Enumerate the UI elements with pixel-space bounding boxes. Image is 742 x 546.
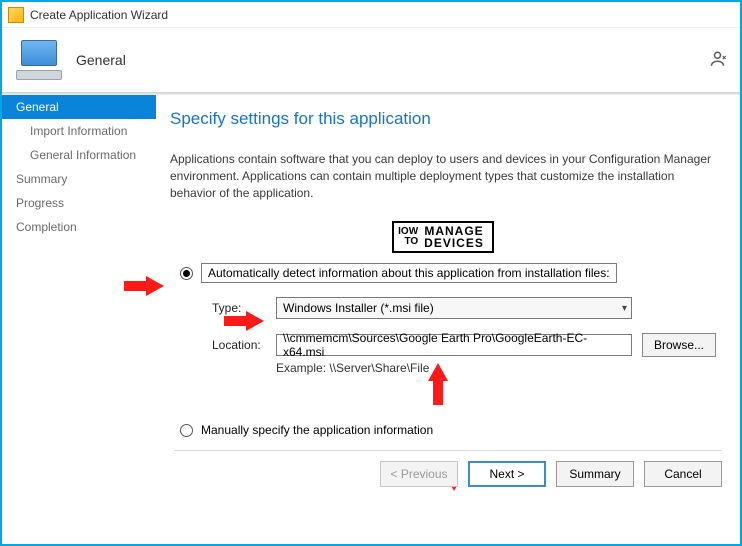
- watermark-right-bottom: DEVICES: [424, 237, 484, 249]
- type-row: Type: Windows Installer (*.msi file) ▾: [212, 297, 716, 319]
- window-title: Create Application Wizard: [30, 8, 168, 22]
- previous-button: < Previous: [380, 461, 458, 487]
- cancel-button[interactable]: Cancel: [644, 461, 722, 487]
- location-input[interactable]: \\cmmemcm\Sources\Google Earth Pro\Googl…: [276, 334, 632, 356]
- computer-icon: [16, 40, 62, 80]
- wizard-body: General Import Information General Infor…: [2, 95, 740, 495]
- header: General: [2, 28, 740, 92]
- location-label: Location:: [212, 338, 276, 352]
- next-button[interactable]: Next >: [468, 461, 546, 487]
- sidebar-item-summary[interactable]: Summary: [2, 167, 156, 191]
- chevron-down-icon: ▾: [622, 303, 627, 314]
- sidebar-item-general-information[interactable]: General Information: [2, 143, 156, 167]
- manual-radio[interactable]: [180, 424, 193, 437]
- browse-button[interactable]: Browse...: [642, 333, 716, 357]
- main-panel: Specify settings for this application Ap…: [156, 95, 740, 495]
- watermark-logo: IOW TO MANAGE DEVICES: [170, 221, 716, 253]
- page-description: Applications contain software that you c…: [170, 151, 716, 201]
- type-value: Windows Installer (*.msi file): [283, 301, 434, 315]
- page-title: Specify settings for this application: [170, 109, 716, 129]
- auto-detect-label: Automatically detect information about t…: [201, 263, 617, 283]
- manual-option[interactable]: Manually specify the application informa…: [180, 423, 716, 437]
- location-value: \\cmmemcm\Sources\Google Earth Pro\Googl…: [283, 331, 625, 359]
- sidebar-item-general[interactable]: General: [2, 95, 156, 119]
- wizard-icon: [8, 7, 24, 23]
- header-title: General: [76, 52, 126, 68]
- summary-button[interactable]: Summary: [556, 461, 634, 487]
- auto-detect-option[interactable]: Automatically detect information about t…: [180, 263, 716, 283]
- watermark-left-bottom: TO: [398, 237, 418, 247]
- sidebar: General Import Information General Infor…: [2, 95, 156, 495]
- location-example: Example: \\Server\Share\File: [276, 361, 716, 375]
- sidebar-item-import-information[interactable]: Import Information: [2, 119, 156, 143]
- user-icon[interactable]: [710, 50, 728, 73]
- manual-label: Manually specify the application informa…: [201, 423, 433, 437]
- type-select[interactable]: Windows Installer (*.msi file) ▾: [276, 297, 632, 319]
- auto-detect-radio[interactable]: [180, 267, 193, 280]
- type-label: Type:: [212, 301, 276, 315]
- location-row: Location: \\cmmemcm\Sources\Google Earth…: [212, 333, 716, 357]
- sidebar-item-completion[interactable]: Completion: [2, 215, 156, 239]
- titlebar: Create Application Wizard: [2, 2, 740, 28]
- wizard-buttons: < Previous Next > Summary Cancel: [174, 450, 722, 487]
- sidebar-item-progress[interactable]: Progress: [2, 191, 156, 215]
